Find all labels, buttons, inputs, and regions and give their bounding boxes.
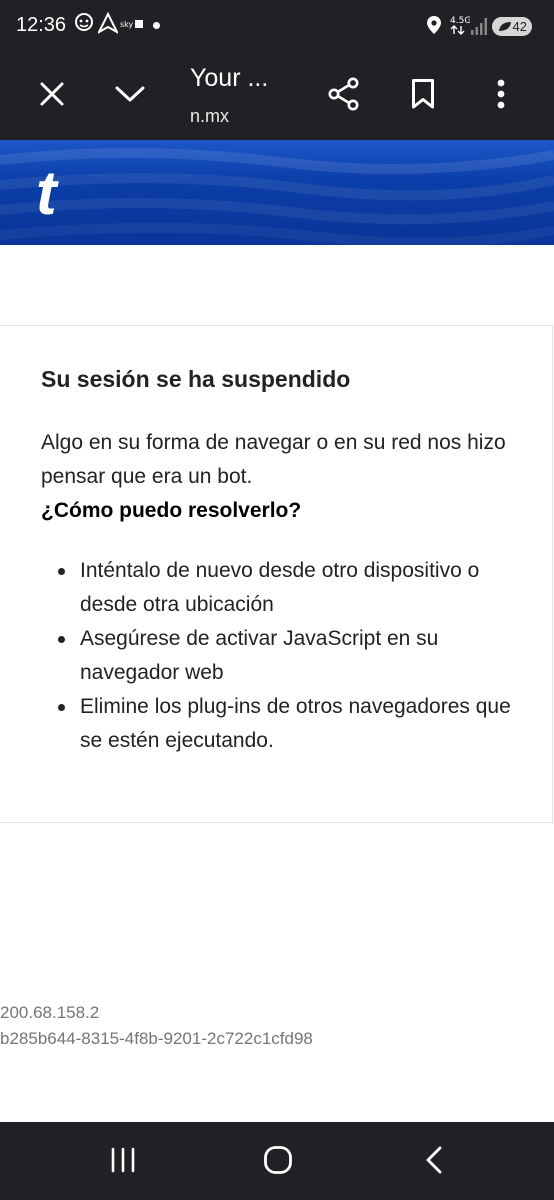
recents-icon [109,1147,137,1178]
diagnostic-info: 200.68.158.2 b285b644-8315-4f8b-9201-2c7… [0,1000,313,1052]
home-button[interactable] [258,1142,298,1182]
status-bar: 12:36 sky 4.5G 42 [0,0,554,52]
bullet-icon [58,568,65,575]
list-item-text: Asegúrese de activar JavaScript en su na… [80,627,439,684]
request-id: b285b644-8315-4f8b-9201-2c722c1cfd98 [0,1029,313,1048]
share-button[interactable] [322,74,366,118]
bookmark-icon [411,78,435,115]
url-text: n.mx [190,106,230,126]
close-button[interactable] [30,74,74,118]
clock: 12:36 [16,14,67,36]
card-heading: Su sesión se ha suspendido [41,366,351,392]
back-button[interactable] [414,1142,454,1182]
list-item: Elimine los plug-ins de otros navegadore… [58,690,520,758]
bullet-icon [58,704,65,711]
ip-address: 200.68.158.2 [0,1003,100,1022]
system-navigation-bar [0,1122,554,1200]
signal-icon [470,16,488,41]
list-item-text: Elimine los plug-ins de otros navegadore… [80,695,511,752]
waze-icon [73,12,95,39]
banner-waves [0,147,554,245]
recents-button[interactable] [103,1142,143,1182]
list-item: Inténtalo de nuevo desde otro dispositiv… [58,554,520,622]
arrow-app-icon [96,11,120,39]
share-icon [328,77,360,116]
suspension-message-card: Su sesión se ha suspendido Algo en su fo… [0,325,553,823]
notification-dot [153,22,160,29]
battery-level: 42 [512,19,527,34]
list-item: Asegúrese de activar JavaScript en su na… [58,622,520,690]
svg-text:4.5G: 4.5G [450,16,470,26]
svg-text:sky: sky [120,20,134,29]
intro-text: Algo en su forma de navegar o en su red … [41,431,506,488]
home-icon [263,1145,293,1180]
battery-icon: 42 [492,17,532,36]
list-item-text: Inténtalo de nuevo desde otro dispositiv… [80,559,480,616]
sky-icon: sky [120,17,144,35]
bookmark-button[interactable] [401,74,445,118]
resolve-question: ¿Cómo puedo resolverlo? [41,499,302,522]
more-vert-icon [497,79,505,114]
back-icon [425,1146,443,1179]
page-url: n.mx [190,106,229,127]
site-header-banner: t [0,140,554,245]
site-logo: t [36,159,57,228]
card-intro: Algo en su forma de navegar o en su red … [41,426,521,528]
page-title: Your ... [190,64,269,92]
more-options-button[interactable] [479,74,523,118]
chevron-down-icon [114,84,146,109]
network-icon: 4.5G [450,14,471,41]
custom-tab-toolbar: Your ... n.mx [0,52,554,140]
close-icon [39,81,65,112]
bullet-icon [58,636,65,643]
minimize-button[interactable] [108,74,152,118]
location-icon [426,15,442,40]
resolution-list: Inténtalo de nuevo desde otro dispositiv… [58,554,520,758]
